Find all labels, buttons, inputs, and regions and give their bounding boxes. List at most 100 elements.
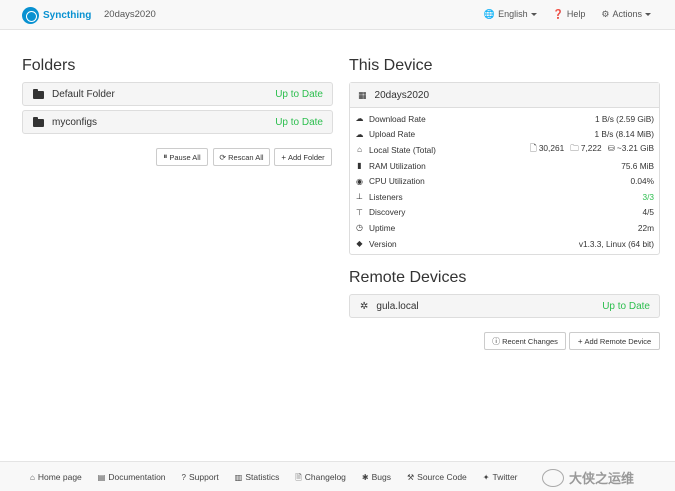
download-rate-row: ☁ Download Rate 1 B/s (2.59 GiB) <box>350 111 659 127</box>
file-text-icon: 🗎 <box>295 473 302 482</box>
folder-outline-icon: 🗀 <box>570 142 579 153</box>
row-label: Download Rate <box>369 113 426 124</box>
folder-name: Default Folder <box>52 88 115 100</box>
caret-down-icon <box>645 13 651 17</box>
file-icon: 🗋 <box>529 142 537 153</box>
language-menu[interactable]: 🌐 English <box>484 9 537 20</box>
brand-name: Syncthing <box>43 9 92 21</box>
clock-icon: ◷ <box>356 223 363 233</box>
add-folder-label: Add Folder <box>287 152 325 162</box>
row-label: Version <box>369 238 397 249</box>
listeners-row: ⊥ Listeners 3/3 <box>350 189 659 205</box>
footer-link-support[interactable]: ? Support <box>182 472 219 486</box>
add-remote-device-label: Add Remote Device <box>584 336 652 346</box>
signpost-icon: ⊤ <box>356 207 363 217</box>
folder-row-default[interactable]: Default Folder Up to Date <box>22 82 333 106</box>
row-value: 22m <box>637 222 654 233</box>
watermark-text: 大侠之运维 <box>569 471 635 486</box>
help-link[interactable]: ❓ Help <box>553 9 586 20</box>
footer-link-changelog[interactable]: 🗎 Changelog <box>295 472 346 486</box>
remote-device-row[interactable]: ✲ gula.local Up to Date <box>349 294 660 318</box>
folder-icon <box>33 89 44 99</box>
row-value: 1 B/s (2.59 GiB) <box>594 113 654 124</box>
pause-all-button[interactable]: ⏸ Pause All <box>156 148 208 166</box>
footer-link-label: Bugs <box>371 472 391 482</box>
local-size: ~3.21 GiB <box>616 142 654 153</box>
footer-link-label: Source Code <box>417 472 467 482</box>
recent-changes-button[interactable]: ⓘ Recent Changes <box>484 332 566 350</box>
footer-link-label: Statistics <box>245 472 280 482</box>
globe-icon: 🌐 <box>483 9 496 19</box>
remote-device-status: Up to Date <box>602 300 650 312</box>
remote-devices-heading: Remote Devices <box>349 269 467 286</box>
plus-icon: + <box>577 336 583 346</box>
brand[interactable]: Syncthing <box>22 6 91 24</box>
footer-link-twitter[interactable]: ✦ Twitter <box>483 472 518 486</box>
info-icon: ⓘ <box>492 336 501 346</box>
remote-device-name: gula.local <box>376 300 419 312</box>
bar-chart-icon: ▥ <box>234 473 243 482</box>
discovery-row: ⊤ Discovery 4/5 <box>350 205 659 221</box>
this-device-header[interactable]: ▦ 20days2020 <box>350 83 659 108</box>
row-label: Uptime <box>369 222 396 233</box>
watermark: 大侠之运维 <box>542 468 634 487</box>
cloud-upload-icon: ☁ <box>355 129 364 139</box>
row-label: CPU Utilization <box>369 176 425 187</box>
add-remote-device-button[interactable]: + Add Remote Device <box>569 332 660 350</box>
this-device-name: 20days2020 <box>374 89 430 101</box>
folder-status: Up to Date <box>275 88 323 100</box>
home-icon: ⌂ <box>357 145 362 155</box>
actions-menu[interactable]: ⚙ Actions <box>601 9 651 20</box>
folder-row-myconfigs[interactable]: myconfigs Up to Date <box>22 110 333 134</box>
language-label: English <box>498 9 528 19</box>
row-value: 1 B/s (8.14 MiB) <box>594 129 654 140</box>
cpu-utilization-row: ◉ CPU Utilization 0.04% <box>350 173 659 189</box>
home-icon: ⌂ <box>30 473 35 482</box>
footer-link-source-code[interactable]: ⚒ Source Code <box>407 472 467 486</box>
folder-status: Up to Date <box>275 116 323 128</box>
row-label: Listeners <box>369 191 403 202</box>
row-value[interactable]: 4/5 <box>642 207 654 217</box>
help-label: Help <box>566 9 586 19</box>
recent-changes-label: Recent Changes <box>502 336 558 346</box>
top-navbar: Syncthing 20days2020 🌐 English ❓ Help ⚙ Act… <box>0 0 675 30</box>
version-row: ◆ Version v1.3.3, Linux (64 bit) <box>350 236 659 252</box>
row-value: 75.6 MiB <box>621 160 654 171</box>
folder-icon <box>33 117 44 127</box>
footer-link-label: Changelog <box>304 472 346 482</box>
footer-link-statistics[interactable]: ▥ Statistics <box>235 472 280 486</box>
twitter-icon: ✦ <box>482 473 490 482</box>
row-value: v1.3.3, Linux (64 bit) <box>578 238 654 249</box>
footer-link-documentation[interactable]: ▤ Documentation <box>98 472 166 486</box>
folders-heading: Folders <box>22 57 76 74</box>
upload-rate-row: ☁ Upload Rate 1 B/s (8.14 MiB) <box>350 127 659 143</box>
actions-label: Actions <box>612 9 642 19</box>
row-value: 0.04% <box>630 176 654 187</box>
row-value[interactable]: 3/3 <box>642 192 654 202</box>
footer-link-home[interactable]: ⌂ Home page <box>30 472 82 486</box>
footer-link-label: Support <box>188 472 219 482</box>
device-identicon-icon: ✲ <box>360 300 369 312</box>
local-folders-count: 7,222 <box>580 142 602 153</box>
plus-icon: + <box>281 152 286 162</box>
pause-icon: ⏸ <box>163 152 168 161</box>
device-identicon-icon: ▦ <box>358 89 367 100</box>
local-state-row: ⌂ Local State (Total) 🗋 30,261 🗀 7,222 ⛁ … <box>350 142 659 158</box>
footer-link-label: Twitter <box>492 472 518 482</box>
ram-icon: ▮ <box>357 161 362 171</box>
cloud-download-icon: ☁ <box>355 114 364 124</box>
tag-icon: ◆ <box>356 239 363 249</box>
footer-link-bugs[interactable]: ✱ Bugs <box>362 472 391 486</box>
local-files-count: 30,261 <box>538 142 565 153</box>
rescan-all-button[interactable]: ⟳ Rescan All <box>213 148 270 166</box>
book-icon: ▤ <box>97 473 106 482</box>
row-label: Upload Rate <box>369 129 416 140</box>
folder-name: myconfigs <box>52 116 98 128</box>
footer-link-label: Home page <box>37 472 82 482</box>
add-folder-button[interactable]: + Add Folder <box>274 148 332 166</box>
question-icon: ? <box>181 473 186 482</box>
uptime-row: ◷ Uptime 22m <box>350 220 659 236</box>
row-label: Discovery <box>369 207 406 218</box>
caret-down-icon <box>530 13 537 17</box>
row-label: Local State (Total) <box>369 144 436 155</box>
